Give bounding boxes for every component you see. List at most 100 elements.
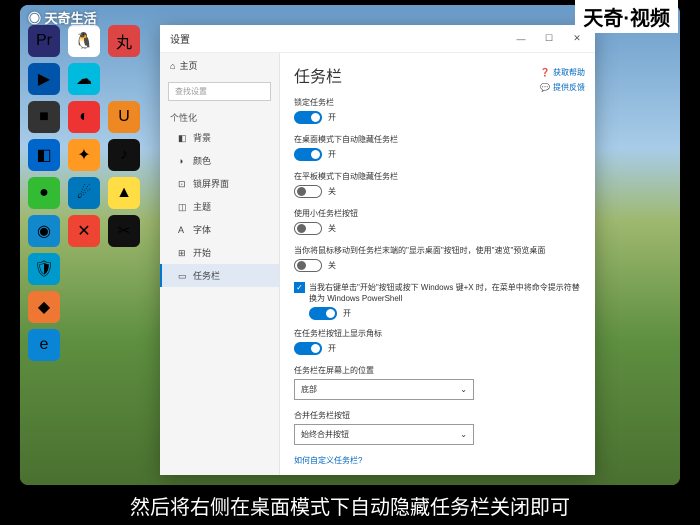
setting-row-badges: 在任务栏按钮上显示角标 开	[294, 328, 581, 355]
desktop-icon[interactable]: ◆	[28, 291, 60, 323]
toggle-state: 开	[328, 344, 336, 353]
maximize-button[interactable]: ☐	[535, 27, 563, 51]
desktop-icon[interactable]: ☄	[68, 177, 100, 209]
toggle-state: 开	[328, 150, 336, 159]
chevron-down-icon: ⌄	[460, 430, 467, 439]
setting-label: 在桌面模式下自动隐藏任务栏	[294, 134, 581, 145]
sidebar-icon: ◑	[178, 156, 188, 166]
page-title: 任务栏	[294, 63, 581, 87]
sidebar-group-label: 个性化	[160, 105, 279, 126]
desktop-icon[interactable]: Pr	[28, 25, 60, 57]
desktop-icon[interactable]: e	[28, 329, 60, 361]
desktop-icon[interactable]: ■	[28, 101, 60, 133]
setting-row-combine: 合并任务栏按钮 始终合并按钮⌄	[294, 410, 581, 445]
toggle-state: 开	[328, 113, 336, 122]
customize-link[interactable]: 如何自定义任务栏?	[294, 455, 581, 466]
desktop-icon[interactable]: ☁	[68, 63, 100, 95]
setting-row-position: 任务栏在屏幕上的位置 底部⌄	[294, 365, 581, 400]
minimize-button[interactable]: —	[507, 27, 535, 51]
desktop-icon[interactable]: ●	[28, 177, 60, 209]
desktop-icon[interactable]: 丸	[108, 25, 140, 57]
toggle-switch[interactable]	[294, 111, 322, 124]
toggle-switch[interactable]	[294, 185, 322, 198]
desktop-icon[interactable]: ✂	[108, 215, 140, 247]
right-help-links: ❓获取帮助 💬提供反馈	[540, 67, 585, 97]
setting-label: 锁定任务栏	[294, 97, 581, 108]
setting-row-2: 在平板模式下自动隐藏任务栏关	[294, 171, 581, 198]
desktop-icon[interactable]: ▲	[108, 177, 140, 209]
toggle-switch[interactable]	[294, 148, 322, 161]
toggle-switch[interactable]	[294, 342, 322, 355]
desktop-icon[interactable]: ♪	[108, 139, 140, 171]
sidebar-item-label: 颜色	[193, 154, 211, 167]
monitor-frame: Pr 🐧 丸 ▶ ☁ ■ ◐ U ◧ ✦ ♪ ● ☄ ▲ ◉ ✕ ✂ 🛡 ◆ e…	[20, 5, 680, 485]
watermark-top-right: 天奇·视频	[575, 0, 678, 33]
sidebar-item-label: 任务栏	[193, 269, 220, 282]
setting-label: 在任务栏按钮上显示角标	[294, 328, 581, 339]
setting-label: 当你将鼠标移动到任务栏末端的"显示桌面"按钮时，使用"速览"预览桌面	[294, 245, 581, 256]
sidebar-item-1[interactable]: ◑ 颜色	[160, 149, 279, 172]
feedback-link[interactable]: 💬提供反馈	[540, 82, 585, 93]
desktop-icon[interactable]	[68, 253, 100, 285]
desktop-icon[interactable]: 🐧	[68, 25, 100, 57]
toggle-state: 关	[328, 187, 336, 196]
sidebar-search-input[interactable]: 查找设置	[168, 82, 271, 101]
desktop-icon[interactable]	[108, 63, 140, 95]
window-titlebar[interactable]: 设置 — ☐ ✕	[160, 25, 595, 53]
settings-sidebar: ⌂主页 查找设置 个性化 ◧ 背景 ◑ 颜色 ⊡ 锁屏界面 ◫主题 A 字体 ⊞开始 ▭ 任务栏	[160, 53, 280, 475]
setting-label: 任务栏在屏幕上的位置	[294, 365, 581, 376]
position-dropdown[interactable]: 底部⌄	[294, 379, 474, 400]
desktop-icon[interactable]	[68, 291, 100, 323]
checkbox[interactable]: ✓	[294, 282, 305, 293]
desktop-icon[interactable]: U	[108, 101, 140, 133]
toggle-state: 关	[328, 224, 336, 233]
sidebar-item-0[interactable]: ◧ 背景	[160, 126, 279, 149]
desktop-icon[interactable]	[108, 291, 140, 323]
sidebar-item-4[interactable]: A 字体	[160, 218, 279, 241]
sidebar-item-3[interactable]: ◫主题	[160, 195, 279, 218]
sidebar-item-6[interactable]: ▭ 任务栏	[160, 264, 279, 287]
combine-dropdown[interactable]: 始终合并按钮⌄	[294, 424, 474, 445]
toggle-state: 关	[328, 261, 336, 270]
sidebar-icon: A	[178, 225, 188, 235]
feedback-icon: 💬	[540, 83, 550, 92]
sidebar-item-label: 锁屏界面	[193, 177, 229, 190]
setting-row-1: 在桌面模式下自动隐藏任务栏开	[294, 134, 581, 161]
video-caption: 然后将右侧在桌面模式下自动隐藏任务栏关闭即可	[0, 485, 700, 525]
desktop-icon[interactable]: ▶	[28, 63, 60, 95]
sidebar-item-label: 字体	[193, 223, 211, 236]
desktop-icon[interactable]: ◐	[68, 101, 100, 133]
powershell-checkbox-row: ✓ 当我右键单击"开始"按钮或按下 Windows 键+X 时，在菜单中将命令提…	[294, 282, 581, 320]
toggle-switch[interactable]	[294, 259, 322, 272]
setting-row-3: 使用小任务栏按钮关	[294, 208, 581, 235]
toggle-state: 开	[343, 309, 351, 318]
sidebar-item-label: 背景	[193, 131, 211, 144]
desktop-icon[interactable]	[108, 253, 140, 285]
sidebar-home[interactable]: ⌂主页	[160, 53, 279, 78]
watermark-top-left: ◉ 天奇生活	[28, 8, 97, 27]
sidebar-icon: ⊡	[178, 179, 188, 189]
toggle-switch[interactable]	[294, 222, 322, 235]
settings-content: ❓获取帮助 💬提供反馈 任务栏 锁定任务栏开在桌面模式下自动隐藏任务栏开在平板模…	[280, 53, 595, 475]
desktop-icon[interactable]: 🛡	[28, 253, 60, 285]
chevron-down-icon: ⌄	[460, 385, 467, 394]
sidebar-item-2[interactable]: ⊡ 锁屏界面	[160, 172, 279, 195]
setting-label: 在平板模式下自动隐藏任务栏	[294, 171, 581, 182]
setting-label: 合并任务栏按钮	[294, 410, 581, 421]
desktop-icon[interactable]: ✕	[68, 215, 100, 247]
desktop-icon[interactable]: ✦	[68, 139, 100, 171]
setting-label: 当我右键单击"开始"按钮或按下 Windows 键+X 时，在菜单中将命令提示符…	[309, 282, 581, 304]
sidebar-item-5[interactable]: ⊞开始	[160, 241, 279, 264]
sidebar-icon: ◧	[178, 133, 188, 143]
sidebar-icon: ⊞	[178, 248, 188, 258]
desktop-icon[interactable]: ◧	[28, 139, 60, 171]
sidebar-icon: ▭	[178, 271, 188, 281]
setting-row-4: 当你将鼠标移动到任务栏末端的"显示桌面"按钮时，使用"速览"预览桌面关	[294, 245, 581, 272]
setting-label: 使用小任务栏按钮	[294, 208, 581, 219]
settings-window: 设置 — ☐ ✕ ⌂主页 查找设置 个性化 ◧ 背景 ◑ 颜色 ⊡ 锁屏界面 ◫主题 A 字体 ⊞…	[160, 25, 595, 475]
sidebar-icon: ◫	[178, 202, 188, 212]
setting-row-0: 锁定任务栏开	[294, 97, 581, 124]
desktop-icon[interactable]: ◉	[28, 215, 60, 247]
toggle-switch[interactable]	[309, 307, 337, 320]
get-help-link[interactable]: ❓获取帮助	[540, 67, 585, 78]
